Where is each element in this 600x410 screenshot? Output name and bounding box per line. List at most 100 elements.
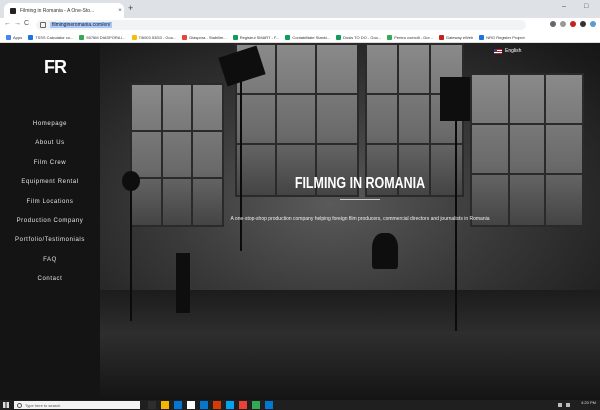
bookmark-icon: [387, 34, 393, 40]
taskbar-app-icon[interactable]: [200, 401, 208, 409]
taskbar-app-icon[interactable]: [148, 401, 156, 409]
background-window: [470, 73, 584, 227]
taskbar-app-icon[interactable]: [213, 401, 221, 409]
light-stand: [240, 81, 242, 251]
taskbar-search[interactable]: Type here to search: [14, 401, 140, 409]
website-page: FR Homepage About Us Film Crew Equipment Re…: [0, 43, 600, 400]
language-label: English: [505, 48, 522, 54]
language-switcher[interactable]: English: [494, 48, 521, 54]
reload-button[interactable]: C: [24, 20, 29, 27]
bookmark-item[interactable]: TSSS Calculator co...: [28, 34, 74, 40]
minimize-window-button[interactable]: –: [562, 3, 566, 10]
bookmark-icon: [438, 34, 444, 40]
bookmark-item[interactable]: Gateway eWeb: [438, 34, 474, 40]
hero-title: FILMING IN ROMANIA: [294, 175, 426, 192]
key-icon[interactable]: [550, 21, 556, 27]
hero-divider: [340, 199, 380, 200]
extensions-area: [550, 21, 596, 27]
bookmark-label: Diaspora - Stabilire...: [189, 34, 227, 40]
browser-tab[interactable]: Filming in Romania - A One-Sto... ×: [4, 3, 124, 18]
windows-taskbar: Type here to search 4:20 PM: [0, 400, 600, 410]
camera-equipment: [176, 253, 190, 313]
nav-item-contact[interactable]: Contact: [0, 270, 100, 289]
close-tab-icon[interactable]: ×: [116, 8, 124, 14]
bookmark-item[interactable]: Diaspora - Stabilire...: [182, 34, 227, 40]
star-icon[interactable]: [560, 21, 566, 27]
bookmark-item[interactable]: Registrul SMART - F...: [232, 34, 280, 40]
bookmark-label: Pentru coerciti - Dur...: [394, 34, 433, 40]
softbox-light: [440, 77, 470, 121]
network-icon[interactable]: [558, 403, 562, 407]
volume-icon[interactable]: [566, 403, 570, 407]
bookmark-label: 7/6003 53/53 - Goo...: [138, 34, 177, 40]
new-tab-button[interactable]: +: [128, 3, 133, 13]
taskbar-clock[interactable]: 4:20 PM: [581, 401, 596, 405]
bookmark-icon: [336, 34, 342, 40]
nav-item-equipment-rental[interactable]: Equipment Rental: [0, 173, 100, 192]
bookmark-item[interactable]: NRG Register Project: [479, 34, 525, 40]
search-icon: [17, 402, 22, 408]
site-favicon-icon: [10, 7, 16, 14]
url-text[interactable]: filmingineromania.com/en/: [50, 22, 113, 28]
spot-light: [122, 171, 140, 191]
taskbar-app-icon[interactable]: [161, 401, 169, 409]
profile-avatar-icon[interactable]: [590, 21, 596, 27]
us-flag-icon: [494, 48, 502, 54]
nav-item-about-us[interactable]: About Us: [0, 134, 100, 153]
browser-toolbar: ← → C filmingineromania.com/en/: [0, 18, 600, 32]
site-sidebar: FR Homepage About Us Film Crew Equipment Re…: [0, 43, 100, 400]
address-bar[interactable]: filmingineromania.com/en/: [36, 20, 526, 30]
search-placeholder: Type here to search: [25, 402, 61, 408]
tab-title: Filming in Romania - A One-Sto...: [20, 7, 95, 14]
puzzle-icon[interactable]: [580, 21, 586, 27]
bookmark-label: Dosis TO DO - Goo...: [343, 34, 382, 40]
taskbar-app-icon[interactable]: [226, 401, 234, 409]
system-tray: [558, 403, 570, 407]
windows-start-icon[interactable]: [3, 402, 9, 408]
taskbar-app-icon[interactable]: [252, 401, 260, 409]
light-stand: [455, 121, 457, 331]
bookmark-label: 5576M DIASPORA i...: [86, 34, 126, 40]
taskbar-app-icon[interactable]: [239, 401, 247, 409]
light-stand: [130, 191, 132, 321]
bookmark-item[interactable]: Pentru coerciti - Dur...: [387, 34, 433, 40]
bookmark-icon: [28, 34, 34, 40]
bookmark-icon: [131, 34, 137, 40]
nav-item-faq[interactable]: FAQ: [0, 251, 100, 270]
bookmark-item[interactable]: Contabilitate Stanki...: [285, 34, 331, 40]
taskbar-apps: [148, 401, 273, 409]
site-logo[interactable]: FR: [44, 57, 67, 78]
bookmark-icon: [479, 34, 485, 40]
lock-icon: [40, 22, 46, 28]
bookmark-icon: [182, 34, 188, 40]
hero-subtitle: A one-stop-shop production company helpi…: [230, 216, 490, 222]
bookmark-item[interactable]: 7/6003 53/53 - Goo...: [131, 34, 177, 40]
bookmark-label: Gateway eWeb: [445, 34, 474, 40]
taskbar-app-icon[interactable]: [187, 401, 195, 409]
bookmark-icon: [232, 34, 238, 40]
bookmark-label: TSSS Calculator co...: [35, 34, 74, 40]
maximize-window-button[interactable]: □: [584, 3, 588, 10]
seated-silhouette: [372, 233, 398, 269]
bookmark-icon: [79, 34, 85, 40]
nav-item-homepage[interactable]: Homepage: [0, 115, 100, 134]
nav-item-film-locations[interactable]: Film Locations: [0, 193, 100, 212]
bookmark-label: Contabilitate Stanki...: [292, 34, 331, 40]
bookmark-item[interactable]: Apps: [6, 34, 23, 40]
back-button[interactable]: ←: [4, 20, 11, 27]
bookmark-label: Registrul SMART - F...: [239, 34, 280, 40]
forward-button[interactable]: →: [14, 20, 21, 27]
browser-tab-strip: Filming in Romania - A One-Sto... × + – …: [0, 0, 600, 18]
taskbar-app-icon[interactable]: [174, 401, 182, 409]
bookmark-label: Apps: [13, 34, 23, 40]
nav-item-production-company[interactable]: Production Company: [0, 212, 100, 231]
bookmark-item[interactable]: Dosis TO DO - Goo...: [336, 34, 382, 40]
bookmark-icon: [285, 34, 291, 40]
nav-item-portfolio-testimonials[interactable]: Portfolio/Testimonials: [0, 231, 100, 250]
background-window: [130, 83, 224, 227]
nav-item-film-crew[interactable]: Film Crew: [0, 154, 100, 173]
extension-icon[interactable]: [570, 21, 576, 27]
bookmark-item[interactable]: 5576M DIASPORA i...: [79, 34, 126, 40]
main-navigation: Homepage About Us Film Crew Equipment Renta…: [0, 115, 100, 290]
taskbar-app-icon[interactable]: [265, 401, 273, 409]
